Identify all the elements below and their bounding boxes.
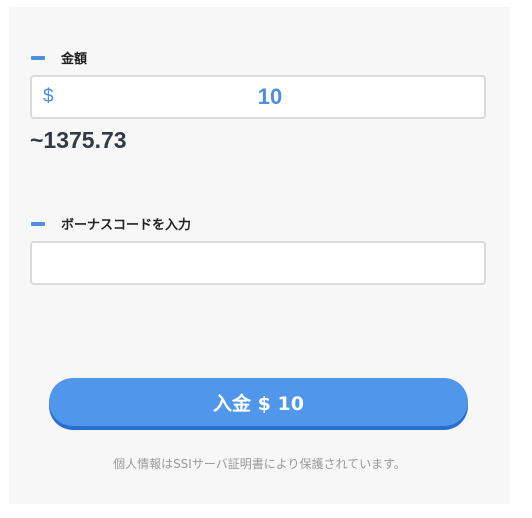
section-dash-icon [31, 221, 45, 226]
section-dash-icon [31, 55, 45, 60]
converted-amount: ~1375.73 [30, 127, 127, 153]
amount-label: 金額 [61, 52, 88, 67]
bonus-code-label: ボーナスコードを入力 [61, 218, 192, 233]
amount-input[interactable] [64, 77, 476, 117]
currency-symbol: $ [43, 86, 54, 107]
bonus-label-row: ボーナスコードを入力 [31, 214, 191, 233]
bonus-code-input[interactable] [30, 241, 486, 285]
deposit-panel: 金額 $ ~1375.73 ボーナスコードを入力 入金 $ 10 個人情報はSS… [9, 7, 510, 504]
amount-field[interactable]: $ [30, 75, 486, 119]
amount-label-row: 金額 [31, 48, 87, 67]
deposit-button[interactable]: 入金 $ 10 [49, 378, 468, 426]
security-note: 個人情報はSSIサーバ証明書により保護されています。 [113, 457, 406, 471]
